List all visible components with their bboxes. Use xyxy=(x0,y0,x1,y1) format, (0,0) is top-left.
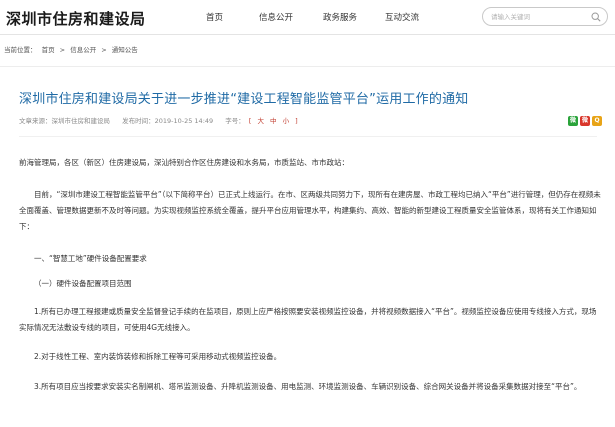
article-paragraph: 3.所有项目应当按要求安装实名制闸机、塔吊监测设备、升降机监测设备、用电监测、环… xyxy=(34,382,582,391)
article-title: 深圳市住房和建设局关于进一步推进“建设工程智能监管平台”运用工作的通知 xyxy=(19,92,469,107)
breadcrumb-prefix: 当前位置： xyxy=(4,46,37,54)
breadcrumb-separator: > xyxy=(101,46,107,54)
search-icon[interactable] xyxy=(591,12,601,22)
header-divider xyxy=(0,66,615,67)
article-meta: 文章来源：深圳市住房和建设局 发布时间：2019-10-25 14:49 字号：… xyxy=(19,115,300,125)
breadcrumb-separator: > xyxy=(59,46,66,54)
breadcrumb-info-public[interactable]: 信息公开 xyxy=(70,46,96,54)
bracket-open: [ xyxy=(248,117,252,125)
article-published: 发布时间：2019-10-25 14:49 xyxy=(122,117,214,125)
article-salutation: 前海管理局，各区（新区）住房建设局，深汕特别合作区住房建设和水务局，市质监站、市… xyxy=(19,158,349,167)
breadcrumb: 当前位置： 首页 > 信息公开 > 通知公告 xyxy=(4,44,141,54)
font-size-label: 字号： xyxy=(225,117,245,125)
article-paragraph: 1.所有已办理工程报建或质量安全监督登记手续的在监项目，原则上应严格按照要安装视… xyxy=(19,307,597,332)
site-header: 深圳市住房和建设局 首页 信息公开 政务服务 互动交流 xyxy=(0,0,615,35)
search-box xyxy=(482,7,608,26)
meta-divider xyxy=(19,136,597,137)
font-size-switcher: [ 大 中 小 ] xyxy=(247,117,300,125)
nav-home[interactable]: 首页 xyxy=(206,11,223,23)
article-paragraph: 目前，“深圳市建设工程智能监管平台”（以下简称平台）已正式上线运行。在市、区两级… xyxy=(19,190,601,231)
subsection-heading: （一）硬件设备配置项目范围 xyxy=(34,279,132,288)
breadcrumb-home[interactable]: 首页 xyxy=(42,46,55,54)
nav-gov-service[interactable]: 政务服务 xyxy=(323,11,357,23)
section-heading: 一、“智慧工地”硬件设备配置要求 xyxy=(34,254,147,263)
font-size-large[interactable]: 大 xyxy=(257,117,264,125)
share-qzone-icon[interactable]: Q xyxy=(592,116,602,126)
search-input[interactable] xyxy=(491,11,587,23)
nav-interaction[interactable]: 互动交流 xyxy=(385,11,419,23)
font-size-small[interactable]: 小 xyxy=(283,117,290,125)
font-size-medium[interactable]: 中 xyxy=(270,117,277,125)
bracket-close: ] xyxy=(295,117,298,125)
share-weixin-icon[interactable]: 微 xyxy=(568,116,578,126)
breadcrumb-notice[interactable]: 通知公告 xyxy=(112,46,138,54)
article-source: 文章来源：深圳市住房和建设局 xyxy=(19,117,110,125)
article-paragraph: 2.对于线性工程、室内装饰装修和拆除工程等可采用移动式视频监控设备。 xyxy=(34,352,282,361)
share-weibo-icon[interactable]: 微 xyxy=(580,116,590,126)
nav-info-public[interactable]: 信息公开 xyxy=(259,11,293,23)
